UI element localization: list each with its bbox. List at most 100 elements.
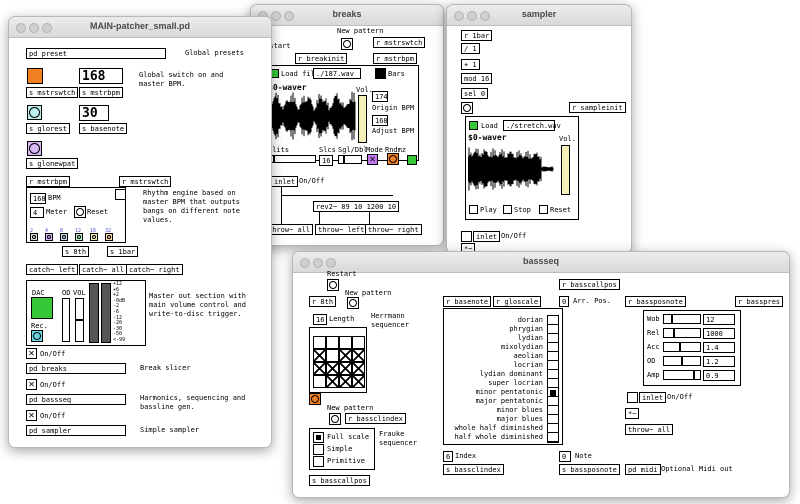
pd-midi[interactable]: pd midi: [625, 464, 661, 475]
sgl-dbl-slider[interactable]: [338, 155, 362, 164]
s-bassposnote[interactable]: s bassposnote: [559, 464, 620, 475]
rhythm-toggle[interactable]: [115, 189, 126, 200]
bars-toggle[interactable]: [375, 68, 386, 79]
mode-radio-cell[interactable]: [548, 397, 558, 406]
mode-radio[interactable]: [547, 315, 559, 443]
grid-cell[interactable]: [313, 375, 326, 388]
file-symbol[interactable]: ./187.wav: [313, 68, 361, 79]
note-value-bang[interactable]: [45, 233, 53, 241]
r-basenote[interactable]: r basenote: [443, 296, 492, 307]
pd-sampler[interactable]: pd sampler: [26, 425, 126, 436]
r-bassclindex[interactable]: r bassclindex: [345, 413, 406, 424]
r-mstrswtch[interactable]: r mstrswtch: [119, 176, 172, 187]
on-off-toggle[interactable]: ✕: [26, 348, 37, 359]
mode-toggle[interactable]: ✕: [367, 154, 378, 165]
note-value-bang[interactable]: [90, 233, 98, 241]
meter-number[interactable]: 4: [30, 207, 44, 218]
inlet[interactable]: inlet: [639, 392, 667, 403]
grid-cell[interactable]: [313, 349, 326, 362]
div-1[interactable]: / 1: [461, 43, 480, 54]
r-1bar[interactable]: r 1bar: [461, 30, 493, 41]
note-value-bang[interactable]: [30, 233, 38, 241]
master-switch-toggle[interactable]: [27, 68, 43, 84]
s-bassclindex[interactable]: s bassclindex: [443, 464, 504, 475]
grid-cell[interactable]: [326, 336, 339, 349]
scale-option[interactable]: [313, 456, 324, 467]
s-mstrswtch[interactable]: s mstrswtch: [26, 87, 79, 98]
plus-1[interactable]: + 1: [461, 59, 480, 70]
basenote-number[interactable]: 30: [79, 105, 109, 121]
param-slider[interactable]: [663, 328, 701, 338]
reset-bang[interactable]: [74, 206, 86, 218]
s-8th[interactable]: s 8th: [62, 246, 90, 257]
grid-cell[interactable]: [313, 362, 326, 375]
play-toggle[interactable]: [469, 205, 478, 214]
dac-toggle[interactable]: [31, 297, 53, 319]
grid-cell[interactable]: [339, 336, 352, 349]
mode-radio-cell[interactable]: [548, 343, 558, 352]
index-number[interactable]: 6: [443, 451, 453, 462]
catch-right[interactable]: catch~ right: [126, 264, 183, 275]
param-value[interactable]: 1.4: [703, 342, 735, 353]
bassseq-toggle[interactable]: ✕: [26, 379, 37, 390]
scale-option[interactable]: [313, 444, 324, 455]
grid-cell[interactable]: [352, 349, 365, 362]
inlet[interactable]: inlet: [271, 176, 299, 187]
origin-bpm-number[interactable]: 174: [372, 91, 388, 102]
throw-all[interactable]: throw~ all: [625, 424, 674, 435]
note-value-bang[interactable]: [75, 233, 83, 241]
scale-option[interactable]: [313, 432, 324, 443]
r-bassposnote[interactable]: r bassposnote: [625, 296, 686, 307]
s-glorest[interactable]: s glorest: [26, 123, 70, 134]
title-bar[interactable]: bassseq: [293, 252, 789, 273]
param-value[interactable]: 0.9: [703, 370, 735, 381]
note-value-bang[interactable]: [60, 233, 68, 241]
mode-radio-cell[interactable]: [548, 406, 558, 415]
pd-breaks[interactable]: pd breaks: [26, 363, 126, 374]
rev2[interactable]: rev2~ 89 10 1200 10: [313, 201, 400, 212]
mode-radio-cell[interactable]: [548, 433, 558, 442]
r-8th[interactable]: r 8th: [309, 296, 337, 307]
title-bar[interactable]: MAIN-patcher_small.pd: [9, 17, 271, 38]
adjust-bpm-number[interactable]: 168: [372, 115, 388, 126]
rec-bang[interactable]: [31, 330, 43, 342]
grid-cell[interactable]: [326, 349, 339, 362]
catch-all[interactable]: catch~ all: [79, 264, 128, 275]
splits-slider[interactable]: [268, 155, 316, 163]
s-basenote[interactable]: s basenote: [79, 123, 128, 134]
title-bar[interactable]: sampler: [447, 5, 631, 26]
s-glonewpat[interactable]: s glonewpat: [26, 158, 79, 169]
length-number[interactable]: 16: [313, 314, 327, 325]
glonewpat-bang[interactable]: [27, 141, 42, 156]
mode-radio-cell[interactable]: [548, 370, 558, 379]
new-pattern-bang[interactable]: [347, 297, 359, 309]
on-off-toggle[interactable]: [627, 392, 638, 403]
grid-cell[interactable]: [339, 375, 352, 388]
param-value[interactable]: 1.2: [703, 356, 735, 367]
mode-radio-cell[interactable]: [548, 316, 558, 325]
sample-bang[interactable]: [461, 102, 473, 114]
herrmann-out-bang[interactable]: [309, 393, 321, 405]
mode-radio-cell[interactable]: [548, 424, 558, 433]
pd-bassseq[interactable]: pd bassseq: [26, 394, 126, 405]
sampler-toggle[interactable]: ✕: [26, 410, 37, 421]
new-pattern-bang[interactable]: [341, 38, 353, 50]
arr-pos-number[interactable]: 0: [559, 296, 569, 307]
param-slider[interactable]: [663, 342, 701, 352]
mode-radio-cell[interactable]: [548, 352, 558, 361]
note-number[interactable]: 0: [559, 451, 571, 462]
mode-radio-cell[interactable]: [548, 334, 558, 343]
inlet[interactable]: inlet: [473, 231, 501, 242]
mode-radio-cell[interactable]: [548, 415, 558, 424]
throw-right[interactable]: throw~ right: [365, 224, 422, 235]
vol-slider[interactable]: [561, 145, 570, 195]
restart-bang[interactable]: [327, 279, 339, 291]
grid-cell[interactable]: [326, 362, 339, 375]
r-breakinit[interactable]: r breakinit: [295, 53, 348, 64]
param-slider[interactable]: [663, 356, 701, 366]
grid-cell[interactable]: [352, 336, 365, 349]
s-1bar[interactable]: s 1bar: [107, 246, 139, 257]
grid-cell[interactable]: [352, 375, 365, 388]
od-slider[interactable]: [62, 298, 70, 342]
rndmz-bang[interactable]: [387, 153, 399, 165]
